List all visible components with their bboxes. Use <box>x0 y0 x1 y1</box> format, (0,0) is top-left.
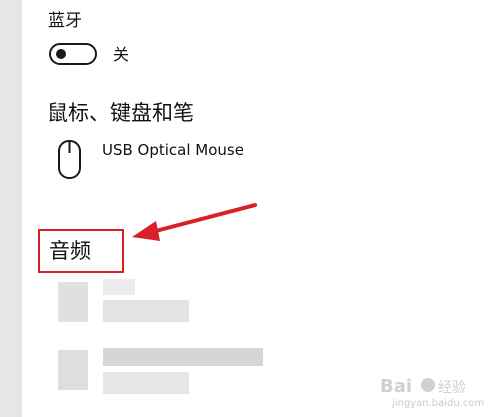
left-navigation-edge <box>0 0 22 417</box>
watermark-site: jingyan.baidu.com <box>392 398 485 409</box>
bluetooth-toggle-state: 关 <box>113 45 130 64</box>
red-arrow-annotation <box>132 203 257 241</box>
mouse-keyboard-pen-title: 鼠标、键盘和笔 <box>47 101 194 125</box>
blurred-device-icon <box>58 282 88 322</box>
usb-optical-mouse-device[interactable]: USB Optical Mouse <box>102 140 244 160</box>
blurred-device-text <box>103 372 189 394</box>
bluetooth-title: 蓝牙 <box>48 11 82 31</box>
bluetooth-toggle[interactable] <box>49 43 97 65</box>
svg-text:经验: 经验 <box>438 380 466 396</box>
svg-text:Bai: Bai <box>380 376 412 397</box>
settings-devices-page: 蓝牙 关 鼠标、键盘和笔 USB Optical Mouse 音频 Bai 经验… <box>0 0 500 417</box>
blurred-device-icon <box>58 350 88 390</box>
toggle-knob <box>56 49 66 59</box>
blurred-device-text <box>103 279 135 295</box>
audio-title: 音频 <box>49 239 91 263</box>
blurred-device-text <box>103 348 263 366</box>
blurred-device-text <box>103 300 189 322</box>
mouse-icon <box>58 140 81 179</box>
